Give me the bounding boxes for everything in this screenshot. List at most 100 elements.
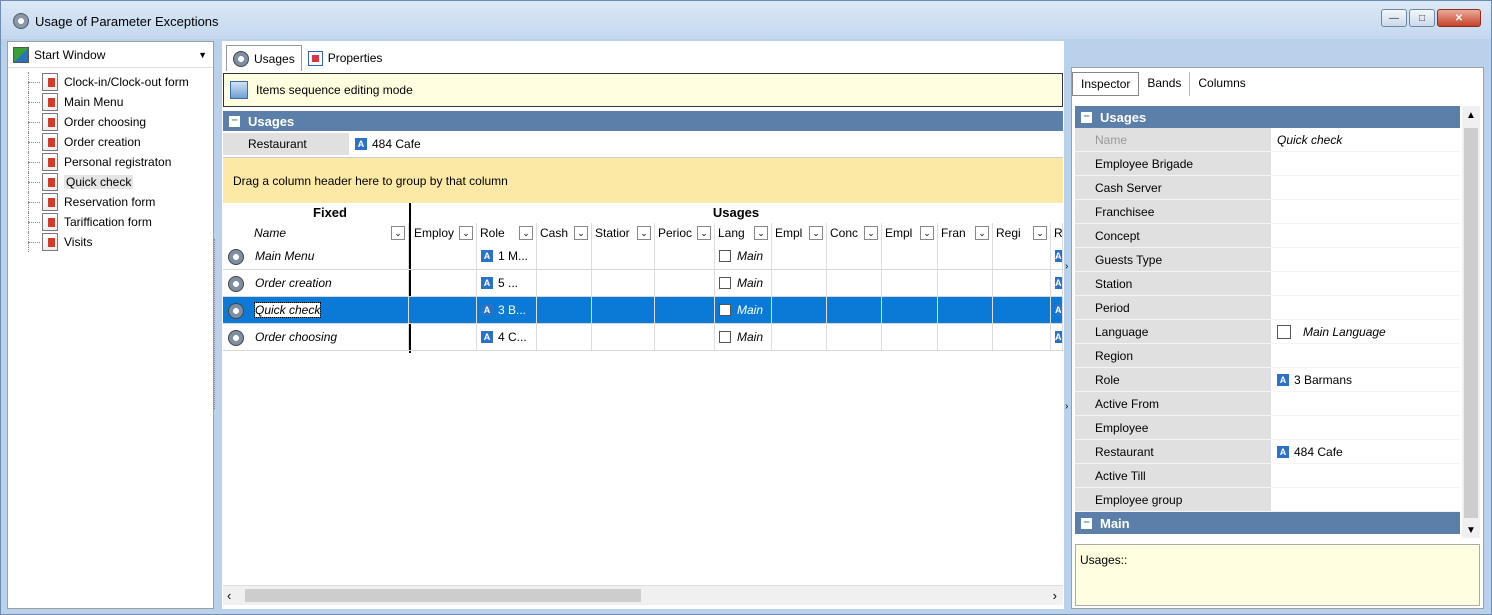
- start-window-combo[interactable]: Start Window ▼: [8, 42, 213, 68]
- usages-section-header[interactable]: – Usages: [223, 111, 1063, 131]
- table-cell[interactable]: [993, 297, 1051, 323]
- filter-dropdown-icon[interactable]: ⌄: [459, 226, 473, 240]
- collapse-icon[interactable]: –: [1081, 110, 1092, 123]
- column-header[interactable]: Cash ⌄: [537, 223, 592, 243]
- language-checkbox[interactable]: [719, 304, 731, 316]
- inspector-section-main[interactable]: – Main: [1075, 512, 1460, 534]
- table-cell[interactable]: [537, 243, 592, 269]
- property-value[interactable]: Quick check: [1271, 128, 1460, 151]
- property-value[interactable]: A 484 Cafe: [1271, 440, 1460, 463]
- tree-item[interactable]: Clock-in/Clock-out form: [8, 72, 213, 92]
- column-header[interactable]: Fran ⌄: [938, 223, 993, 243]
- property-value[interactable]: A 3 Barmans: [1271, 368, 1460, 391]
- table-cell[interactable]: [938, 270, 993, 296]
- table-cell[interactable]: [882, 243, 938, 269]
- table-cell[interactable]: [537, 324, 592, 350]
- table-row[interactable]: Quick check A 3 B... Main A: [223, 297, 1063, 324]
- property-row[interactable]: Active Till: [1075, 464, 1460, 488]
- table-cell[interactable]: [411, 324, 477, 350]
- property-row[interactable]: Cash Server: [1075, 176, 1460, 200]
- inspector-scroll-thumb[interactable]: [1464, 128, 1478, 518]
- property-row[interactable]: Language Main Language: [1075, 320, 1460, 344]
- property-row[interactable]: Employee Brigade: [1075, 152, 1460, 176]
- table-cell[interactable]: [772, 297, 827, 323]
- inspector-section-usages[interactable]: – Usages: [1075, 106, 1460, 128]
- filter-dropdown-icon[interactable]: ⌄: [637, 226, 651, 240]
- property-row[interactable]: Active From: [1075, 392, 1460, 416]
- property-value[interactable]: Main Language: [1271, 320, 1460, 343]
- table-cell[interactable]: A: [1051, 324, 1063, 350]
- collapse-icon[interactable]: –: [1081, 516, 1092, 529]
- property-value[interactable]: [1271, 296, 1460, 319]
- column-header[interactable]: Regi ⌄: [993, 223, 1051, 243]
- tab-inspector[interactable]: Inspector: [1072, 72, 1140, 96]
- filter-dropdown-icon[interactable]: ⌄: [975, 226, 989, 240]
- table-cell[interactable]: [827, 270, 882, 296]
- minimize-button[interactable]: —: [1381, 9, 1407, 27]
- scroll-thumb[interactable]: [245, 589, 641, 602]
- filter-dropdown-icon[interactable]: ⌄: [697, 226, 711, 240]
- chevron-down-icon[interactable]: ▼: [198, 50, 207, 60]
- table-row[interactable]: Order creation A 5 ... Main A: [223, 270, 1063, 297]
- table-cell[interactable]: [993, 243, 1051, 269]
- table-cell[interactable]: Main: [715, 324, 772, 350]
- table-cell[interactable]: Order choosing: [251, 324, 409, 350]
- language-checkbox[interactable]: [719, 331, 731, 343]
- property-value[interactable]: [1271, 464, 1460, 487]
- property-value[interactable]: [1271, 200, 1460, 223]
- group-by-area[interactable]: Drag a column header here to group by th…: [223, 157, 1063, 203]
- table-cell[interactable]: [537, 270, 592, 296]
- table-cell[interactable]: [411, 297, 477, 323]
- scroll-left-icon[interactable]: ‹: [227, 588, 231, 603]
- table-cell[interactable]: [655, 243, 715, 269]
- table-cell[interactable]: [411, 270, 477, 296]
- table-cell[interactable]: [827, 324, 882, 350]
- table-cell[interactable]: Order creation: [251, 270, 409, 296]
- property-value[interactable]: [1271, 176, 1460, 199]
- table-cell[interactable]: [772, 324, 827, 350]
- property-value[interactable]: [1271, 392, 1460, 415]
- restaurant-value[interactable]: A 484 Cafe: [349, 137, 421, 151]
- table-cell[interactable]: [592, 243, 655, 269]
- filter-dropdown-icon[interactable]: ⌄: [864, 226, 878, 240]
- table-cell[interactable]: [938, 324, 993, 350]
- table-cell[interactable]: Main Menu: [251, 243, 409, 269]
- sequence-mode-bar[interactable]: Items sequence editing mode: [223, 73, 1063, 107]
- tab-properties[interactable]: Properties: [302, 45, 389, 71]
- table-cell[interactable]: [938, 243, 993, 269]
- property-value[interactable]: [1271, 224, 1460, 247]
- property-row[interactable]: Restaurant A 484 Cafe: [1075, 440, 1460, 464]
- table-cell[interactable]: [938, 297, 993, 323]
- property-value[interactable]: [1271, 488, 1460, 511]
- table-cell[interactable]: Quick check: [251, 297, 409, 323]
- tree-item[interactable]: Visits: [8, 232, 213, 252]
- column-header[interactable]: Empl ⌄: [882, 223, 938, 243]
- inspector-scrollbar[interactable]: ▲ ▼: [1462, 106, 1480, 538]
- filter-dropdown-icon[interactable]: ⌄: [1033, 226, 1047, 240]
- property-value[interactable]: [1271, 152, 1460, 175]
- language-checkbox[interactable]: [719, 250, 731, 262]
- column-header[interactable]: Employ ⌄: [411, 223, 477, 243]
- filter-dropdown-icon[interactable]: ⌄: [920, 226, 934, 240]
- tree-item[interactable]: Order creation: [8, 132, 213, 152]
- property-value[interactable]: [1271, 344, 1460, 367]
- table-cell[interactable]: Main: [715, 297, 772, 323]
- table-cell[interactable]: [772, 270, 827, 296]
- language-checkbox[interactable]: [719, 277, 731, 289]
- table-cell[interactable]: [411, 243, 477, 269]
- tree-item[interactable]: Tariffication form: [8, 212, 213, 232]
- property-row[interactable]: Region: [1075, 344, 1460, 368]
- tab-bands[interactable]: Bands: [1139, 72, 1191, 96]
- table-cell[interactable]: [592, 324, 655, 350]
- table-cell[interactable]: [993, 270, 1051, 296]
- table-cell[interactable]: A: [1051, 270, 1063, 296]
- column-header[interactable]: Lang ⌄: [715, 223, 772, 243]
- column-header[interactable]: Conc ⌄: [827, 223, 882, 243]
- table-cell[interactable]: [592, 297, 655, 323]
- maximize-button[interactable]: □: [1409, 9, 1435, 27]
- table-cell[interactable]: [827, 297, 882, 323]
- table-cell[interactable]: [537, 297, 592, 323]
- property-row[interactable]: Role A 3 Barmans: [1075, 368, 1460, 392]
- scroll-down-icon[interactable]: ▼: [1466, 525, 1476, 536]
- table-cell[interactable]: A 5 ...: [477, 270, 537, 296]
